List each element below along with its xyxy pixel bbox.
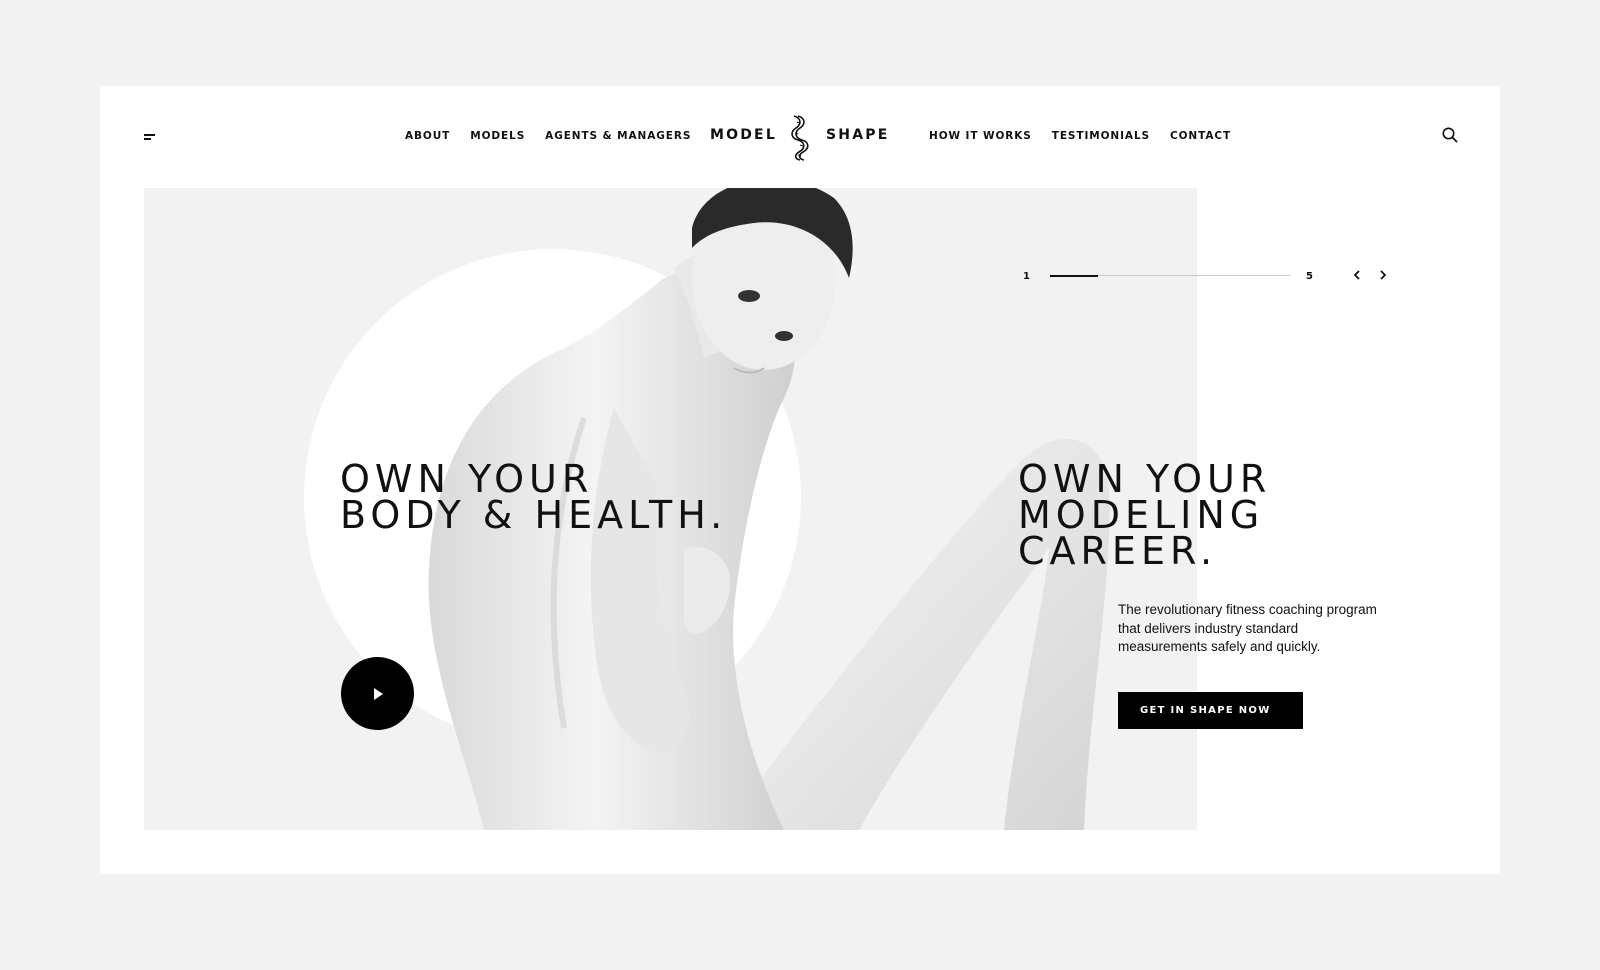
play-video-button[interactable]: [341, 657, 414, 730]
nav-item-about[interactable]: ABOUT: [405, 130, 450, 142]
nav-item-agents-managers[interactable]: AGENTS & MANAGERS: [545, 130, 691, 142]
play-icon: [373, 687, 383, 700]
nav-item-models[interactable]: MODELS: [470, 130, 525, 142]
brand-name-right: SHAPE: [826, 127, 890, 143]
nav-item-how-it-works[interactable]: HOW IT WORKS: [929, 130, 1032, 142]
hero-headline-right: OWN YOUR MODELING CAREER.: [1018, 457, 1272, 573]
nav-right: HOW IT WORKS TESTIMONIALS CONTACT: [929, 130, 1231, 142]
slide-total-number: 5: [1306, 271, 1313, 282]
nav-left: ABOUT MODELS AGENTS & MANAGERS: [405, 130, 691, 142]
hero-description: The revolutionary fitness coaching progr…: [1118, 602, 1377, 654]
slide-current-number: 1: [1023, 271, 1030, 282]
page-card: ABOUT MODELS AGENTS & MANAGERS MODEL SHA…: [100, 86, 1500, 874]
nav-item-testimonials[interactable]: TESTIMONIALS: [1052, 130, 1150, 142]
nav-item-contact[interactable]: CONTACT: [1170, 130, 1231, 142]
search-icon[interactable]: [1441, 126, 1459, 144]
chevron-left-icon[interactable]: [1351, 268, 1363, 282]
get-in-shape-button[interactable]: GET IN SHAPE NOW: [1118, 692, 1303, 729]
hamburger-menu-icon[interactable]: [144, 134, 158, 142]
slide-progress-fill: [1050, 274, 1098, 277]
measuring-tape-icon: [791, 115, 809, 161]
brand-logo[interactable]: MODEL SHAPE: [710, 114, 890, 162]
brand-name-left: MODEL: [710, 127, 777, 143]
slide-progress-track: [1050, 274, 1290, 277]
hero-headline-left: OWN YOUR BODY & HEALTH.: [340, 457, 728, 537]
chevron-right-icon[interactable]: [1377, 268, 1389, 282]
